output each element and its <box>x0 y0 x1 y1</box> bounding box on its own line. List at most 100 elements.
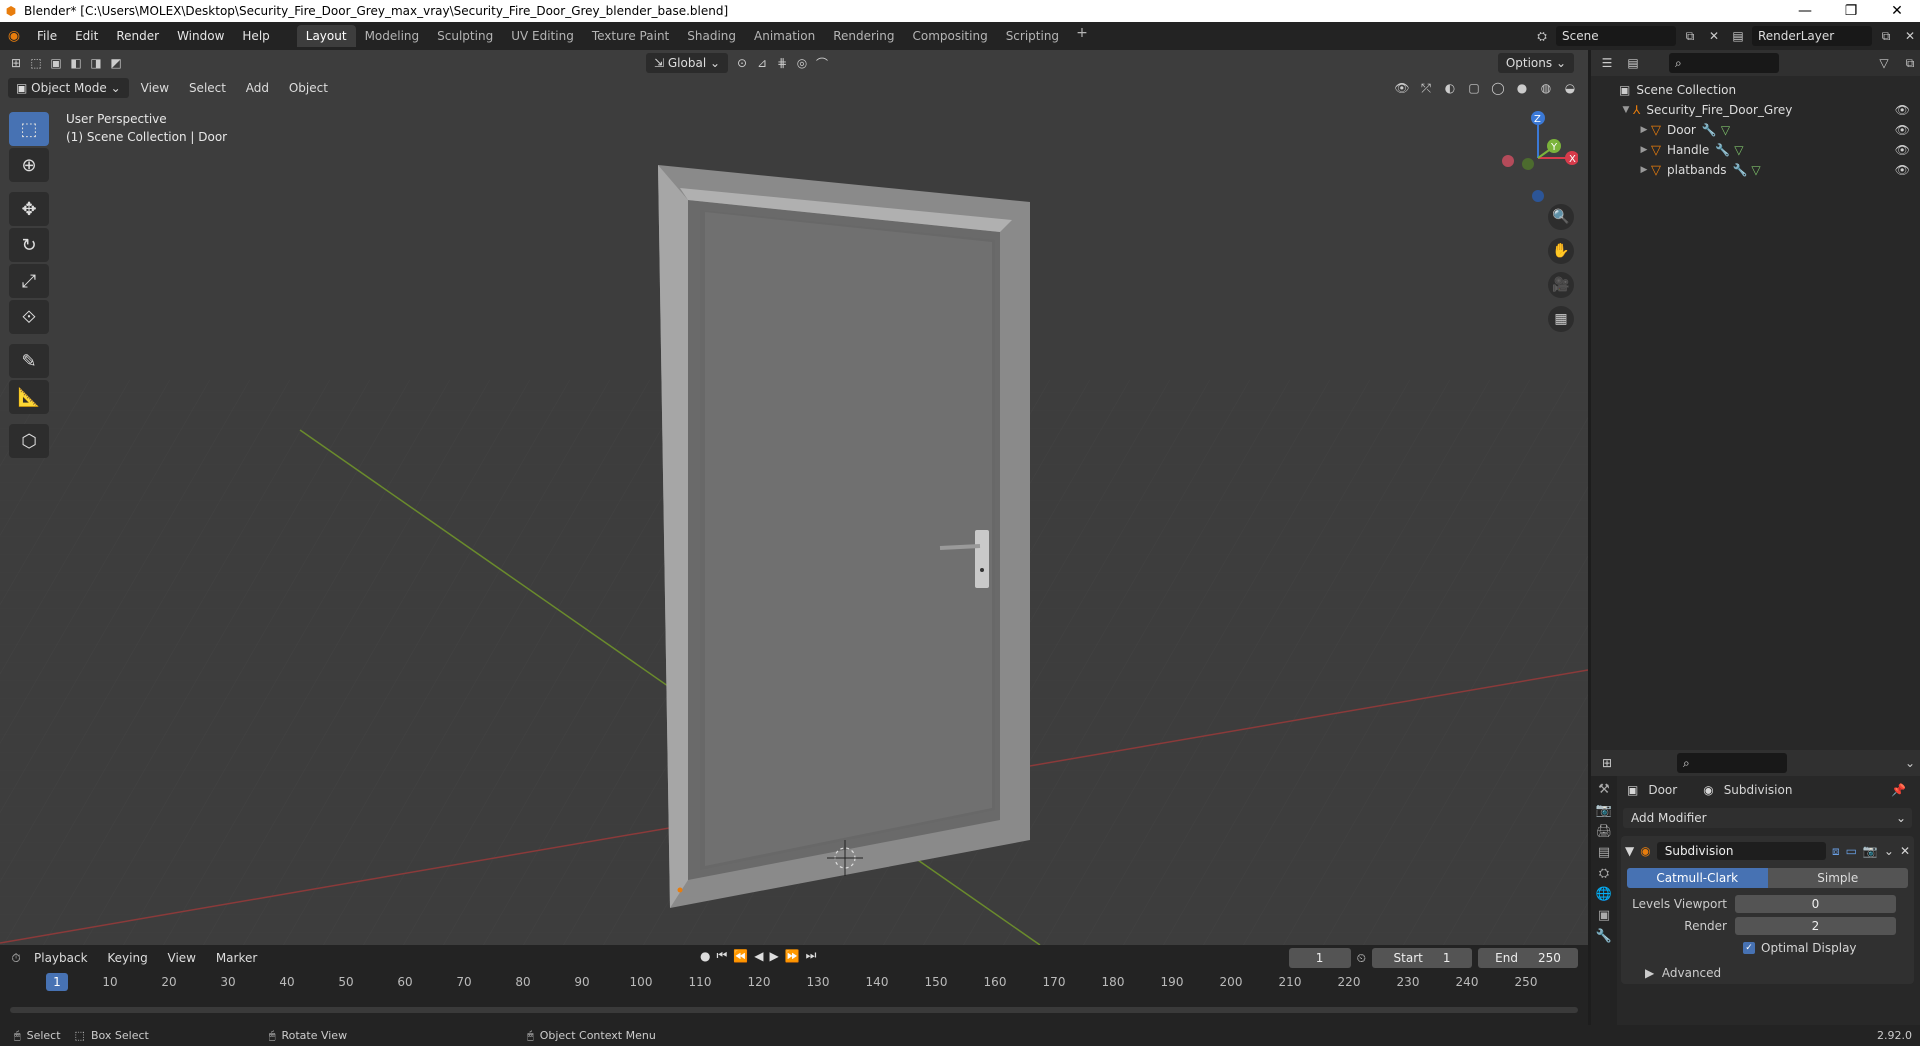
render-toggle-icon[interactable]: 📷 <box>1863 844 1878 858</box>
properties-editor-icon[interactable]: ⊞ <box>1597 753 1617 773</box>
move-tool-icon[interactable]: ✥ <box>9 192 49 226</box>
delete-layer-icon[interactable]: ✕ <box>1900 26 1920 46</box>
tree-object-handle[interactable]: ▶ ▽ Handle 🔧 ▽ 👁 <box>1591 140 1920 160</box>
start-frame-field[interactable]: Start 1 <box>1372 948 1472 968</box>
delete-scene-icon[interactable]: ✕ <box>1704 26 1724 46</box>
tab-sculpting[interactable]: Sculpting <box>428 25 502 47</box>
scene-icon[interactable]: ⛭ <box>1532 26 1552 46</box>
render-layer-field[interactable]: RenderLayer <box>1752 26 1872 46</box>
modifier-wrench-icon[interactable]: 🔧 <box>1715 143 1730 157</box>
visibility-eye-icon[interactable]: 👁 <box>1895 163 1910 177</box>
menu-view[interactable]: View <box>160 951 204 965</box>
filter-icon[interactable]: ▽ <box>1874 53 1894 73</box>
tree-collection[interactable]: ▼ ⅄ Security_Fire_Door_Grey 👁 <box>1591 100 1920 120</box>
add-modifier-dropdown[interactable]: Add Modifier ⌄ <box>1623 808 1912 828</box>
menu-add[interactable]: Add <box>238 81 277 95</box>
scene-tab-icon[interactable]: ⛭ <box>1599 866 1609 881</box>
select-extend-icon[interactable]: ◧ <box>66 53 86 73</box>
zoom-icon[interactable]: 🔍 <box>1548 204 1574 230</box>
door-model[interactable] <box>640 110 1040 910</box>
blender-menu-icon[interactable]: ◉ <box>0 28 28 44</box>
select-box-tool-icon[interactable]: ⬚ <box>9 112 49 146</box>
catmull-clark-button[interactable]: Catmull-Clark <box>1627 868 1768 888</box>
play-reverse-icon[interactable]: ◀ <box>754 949 763 963</box>
close-icon[interactable]: ✕ <box>1900 844 1910 858</box>
end-frame-field[interactable]: End 250 <box>1478 948 1578 968</box>
snap-target-icon[interactable]: ⋕ <box>772 53 792 73</box>
edit-mode-toggle-icon[interactable]: ⧈ <box>1832 844 1840 859</box>
menu-playback[interactable]: Playback <box>26 951 96 965</box>
viewport-toggle-icon[interactable]: ▭ <box>1846 844 1857 858</box>
menu-select[interactable]: Select <box>181 81 234 95</box>
proportional-edit-icon[interactable]: ◎ <box>792 53 812 73</box>
rendered-shading-icon[interactable]: ◒ <box>1560 78 1580 98</box>
options-dropdown[interactable]: Options ⌄ <box>1497 53 1574 73</box>
visibility-eye-icon[interactable]: 👁 <box>1895 143 1910 157</box>
frame-ruler[interactable]: 10 20 30 40 50 60 70 80 90 100 110 120 130 140 150 160 1… <box>0 973 1588 993</box>
tab-uv-editing[interactable]: UV Editing <box>502 25 583 47</box>
camera-view-icon[interactable]: 🎥 <box>1548 272 1574 298</box>
close-button[interactable]: ✕ <box>1874 3 1920 19</box>
minimize-button[interactable]: — <box>1782 3 1828 19</box>
modifier-name-field[interactable]: Subdivision <box>1656 842 1826 860</box>
object-tab-icon[interactable]: ▣ <box>1598 908 1610 923</box>
jump-keyframe-back-icon[interactable]: ⏪ <box>733 949 748 963</box>
select-mode-icon[interactable]: ⬚ <box>26 53 46 73</box>
modifier-wrench-icon[interactable]: 🔧 <box>1732 163 1747 177</box>
navigation-gizmo[interactable]: Z X Y <box>1498 106 1578 206</box>
visibility-eye-icon[interactable]: 👁 <box>1895 103 1910 117</box>
menu-view[interactable]: View <box>133 81 177 95</box>
select-invert-icon[interactable]: ◩ <box>106 53 126 73</box>
menu-window[interactable]: Window <box>168 29 233 43</box>
menu-render[interactable]: Render <box>107 29 168 43</box>
mesh-data-icon[interactable]: ▽ <box>1751 163 1760 177</box>
tab-compositing[interactable]: Compositing <box>903 25 996 47</box>
new-scene-icon[interactable]: ⧉ <box>1680 26 1700 46</box>
cursor-tool-icon[interactable]: ⊕ <box>9 148 49 182</box>
wireframe-shading-icon[interactable]: ◯ <box>1488 78 1508 98</box>
overlay-toggle-icon[interactable]: ◐ <box>1440 78 1460 98</box>
jump-start-icon[interactable]: ⏮ <box>716 948 727 963</box>
visibility-eye-icon[interactable]: 👁 <box>1895 123 1910 137</box>
transform-tool-icon[interactable]: ⟐ <box>9 300 49 334</box>
timeline-editor-icon[interactable]: ⏱ <box>6 948 26 968</box>
falloff-icon[interactable]: ⌒ <box>812 53 832 73</box>
expand-arrow-icon[interactable]: ▶ <box>1637 125 1651 135</box>
scene-field[interactable]: Scene <box>1556 26 1676 46</box>
menu-object[interactable]: Object <box>281 81 336 95</box>
properties-search-input[interactable]: ⌕ <box>1677 753 1787 773</box>
tab-layout[interactable]: Layout <box>296 25 356 47</box>
timeline-scrollbar[interactable] <box>10 1007 1578 1013</box>
ortho-grid-icon[interactable]: ▦ <box>1548 306 1574 332</box>
solid-shading-icon[interactable]: ● <box>1512 78 1532 98</box>
outliner-editor-icon[interactable]: ☰ <box>1597 53 1617 73</box>
expand-arrow-icon[interactable]: ▼ <box>1619 105 1633 115</box>
3d-viewport[interactable]: ⊞ ⬚ ▣ ◧ ◨ ◩ ⇲ Global ⌄ ⊙ ⊿ ⋕ ◎ ⌒ Options… <box>0 50 1588 945</box>
visibility-icon[interactable]: 👁 <box>1392 78 1412 98</box>
optimal-display-checkbox[interactable]: ✓ <box>1743 942 1755 954</box>
advanced-subpanel[interactable]: ▶ Advanced <box>1625 958 1910 980</box>
mesh-data-icon[interactable]: ▽ <box>1734 143 1743 157</box>
outliner-search-input[interactable]: ⌕ <box>1669 53 1779 73</box>
view-layer-tab-icon[interactable]: ▤ <box>1598 845 1610 860</box>
select-subtract-icon[interactable]: ◨ <box>86 53 106 73</box>
snap-icon[interactable]: ⊿ <box>752 53 772 73</box>
menu-keying[interactable]: Keying <box>99 951 155 965</box>
tab-modeling[interactable]: Modeling <box>356 25 429 47</box>
menu-edit[interactable]: Edit <box>66 29 107 43</box>
tool-tab-icon[interactable]: ⚒ <box>1598 782 1610 797</box>
tab-shading[interactable]: Shading <box>678 25 745 47</box>
play-icon[interactable]: ▶ <box>769 949 778 963</box>
pan-hand-icon[interactable]: ✋ <box>1548 238 1574 264</box>
modifier-tab-icon[interactable]: 🔧 <box>1596 929 1612 944</box>
new-collection-icon[interactable]: ⧉ <box>1900 53 1920 73</box>
orientation-dropdown[interactable]: ⇲ Global ⌄ <box>646 53 729 73</box>
chevron-down-icon[interactable]: ⌄ <box>1884 844 1894 858</box>
pin-icon[interactable]: 📌 <box>1891 783 1906 797</box>
tree-scene-collection[interactable]: ▣ Scene Collection <box>1591 80 1920 100</box>
playhead[interactable]: 1 <box>46 973 68 991</box>
new-layer-icon[interactable]: ⧉ <box>1876 26 1896 46</box>
expand-arrow-icon[interactable]: ▶ <box>1637 145 1651 155</box>
gizmo-toggle-icon[interactable]: ⤱ <box>1416 78 1436 98</box>
xray-icon[interactable]: ▢ <box>1464 78 1484 98</box>
